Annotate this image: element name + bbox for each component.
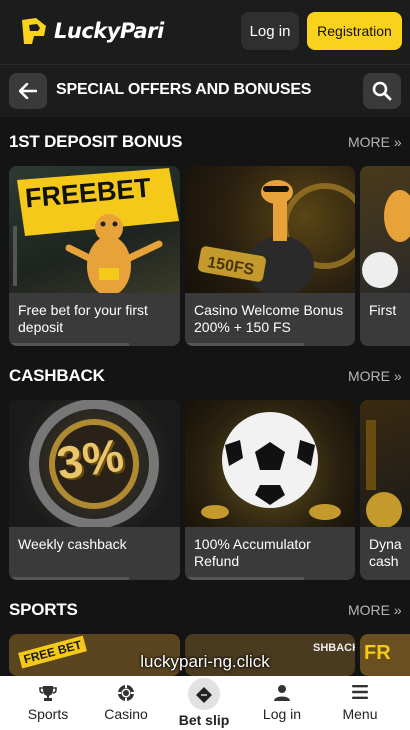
bottom-navigation: Sports Casino Bet slip Log in Menu (0, 676, 410, 730)
bonus-row-first-deposit: FREEBET Free bet for your first deposit … (0, 166, 410, 346)
nav-label: Menu (342, 706, 378, 722)
section-title-cashback: CASHBACK (9, 366, 105, 385)
nav-label: Bet slip (178, 712, 230, 728)
more-label: MORE (348, 602, 390, 618)
page-title-bar: SPECIAL OFFERS AND BONUSES (0, 65, 410, 117)
card-progress-bar (185, 577, 304, 580)
page-title: SPECIAL OFFERS AND BONUSES (56, 81, 312, 98)
bonus-card-caption: 100% Accumulator Refund (185, 527, 355, 580)
trophy-icon (39, 686, 57, 701)
logo-icon (16, 14, 50, 48)
bonus-card-title: Free bet for your first deposit (18, 302, 148, 335)
bonus-card[interactable]: FREEBET Free bet for your first deposit (9, 166, 180, 346)
bonus-card[interactable]: 150FS Casino Welcome Bonus 200% + 150 FS (185, 166, 355, 346)
nav-sports[interactable]: Sports (22, 676, 74, 730)
section-title-first-deposit: 1ST DEPOSIT BONUS (9, 132, 183, 151)
card-progress-bar (9, 343, 129, 346)
search-icon (372, 81, 392, 101)
watermark-text: luckypari-ng.click (140, 652, 270, 671)
bonus-card-caption: Casino Welcome Bonus 200% + 150 FS (185, 293, 355, 346)
login-button[interactable]: Log in (241, 12, 299, 50)
more-label: MORE (348, 368, 390, 384)
nav-label: Sports (27, 706, 69, 722)
menu-icon (352, 685, 368, 699)
nav-login[interactable]: Log in (256, 676, 308, 730)
chevron-right-icon: » (393, 602, 402, 618)
arrow-left-icon (19, 83, 37, 99)
chip-icon (118, 685, 134, 701)
more-link-first-deposit[interactable]: MORE » (348, 134, 402, 150)
bonus-card-title: Dyna cash (369, 536, 402, 569)
bonus-card-image (360, 400, 410, 527)
nav-label: Casino (104, 706, 148, 722)
more-link-cashback[interactable]: MORE » (348, 368, 402, 384)
card-progress-bar (185, 343, 304, 346)
nav-casino[interactable]: Casino (100, 676, 152, 730)
section-title-sports: SPORTS (9, 600, 78, 619)
nav-bet-slip[interactable]: Bet slip (174, 676, 234, 730)
nav-menu[interactable]: Menu (334, 676, 386, 730)
chevron-right-icon: » (393, 134, 402, 150)
bonus-card-image: FREEBET (9, 166, 180, 293)
chevron-right-icon: » (393, 368, 402, 384)
logo[interactable]: LuckyPari (16, 14, 164, 48)
bonus-card-title: Weekly cashback (18, 536, 127, 552)
registration-button[interactable]: Registration (307, 12, 402, 50)
search-button[interactable] (363, 73, 401, 109)
card-progress-bar (9, 577, 129, 580)
bonus-card[interactable]: 100% Accumulator Refund (185, 400, 355, 580)
bonus-card-caption: First (360, 293, 410, 346)
back-button[interactable] (9, 73, 47, 109)
bonus-card[interactable]: 3% Weekly cashback (9, 400, 180, 580)
bonus-card-title: 100% Accumulator Refund (194, 536, 311, 569)
bonus-card-image (185, 400, 355, 527)
bonus-card[interactable]: First (360, 166, 410, 346)
banner-text: 3% (53, 428, 127, 490)
top-header: LuckyPari Log in Registration (0, 0, 410, 65)
bonus-card-caption: Free bet for your first deposit (9, 293, 180, 346)
more-link-sports[interactable]: MORE » (348, 602, 402, 618)
bonus-card-image: 150FS (185, 166, 355, 293)
user-icon (274, 685, 290, 701)
bonus-card[interactable]: Dyna cash (360, 400, 410, 580)
bonus-card-caption: Dyna cash (360, 527, 410, 580)
bonus-card-title: First (369, 302, 397, 318)
logo-text: LuckyPari (54, 19, 164, 43)
bonus-row-cashback: 3% Weekly cashback 100% Accumulator Refu… (0, 400, 410, 580)
ticket-icon (196, 687, 212, 703)
more-label: MORE (348, 134, 390, 150)
bonus-card-title: Casino Welcome Bonus 200% + 150 FS (194, 302, 344, 335)
bonus-card-caption: Weekly cashback (9, 527, 180, 580)
bonus-card-image (360, 166, 410, 293)
bonus-card-image: 3% (9, 400, 180, 527)
nav-label: Log in (262, 706, 302, 722)
